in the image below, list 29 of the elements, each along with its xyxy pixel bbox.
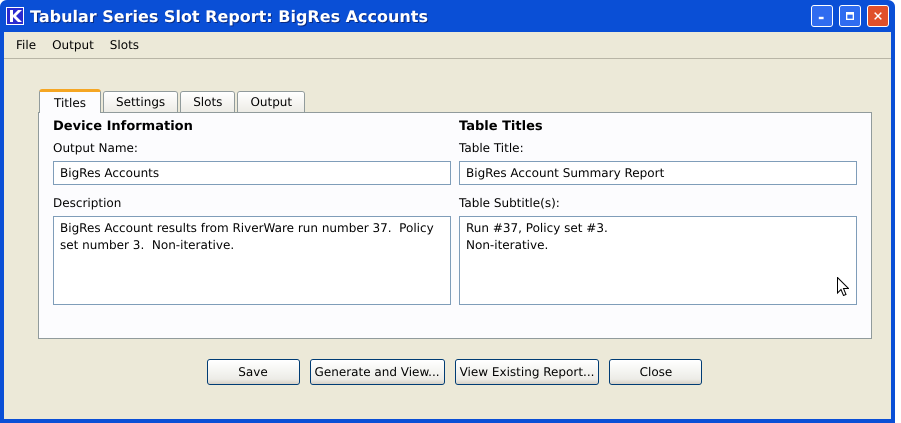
close-window-button[interactable] — [867, 5, 889, 27]
field-label: Output Name: — [53, 141, 139, 155]
menu-item[interactable]: File — [8, 36, 44, 54]
maximize-button[interactable] — [839, 5, 861, 27]
field-label: Table Title: — [459, 141, 525, 155]
minimize-button[interactable] — [811, 5, 833, 27]
dialog-button[interactable]: Close — [609, 359, 702, 385]
field-label: Description — [53, 196, 122, 210]
tab[interactable]: Output — [237, 91, 306, 112]
section-heading: Table Titles — [459, 119, 544, 134]
app-logo-icon — [6, 7, 24, 25]
window-title: Tabular Series Slot Report: BigRes Accounts — [30, 6, 429, 26]
text-field[interactable]: BigRes Account Summary Report — [459, 161, 857, 185]
dialog-button[interactable]: Generate and View... — [310, 359, 445, 385]
maximize-icon — [846, 10, 854, 22]
text-area[interactable]: Run #37, Policy set #3. Non-iterative. — [459, 216, 857, 305]
tab[interactable]: Slots — [180, 91, 236, 112]
close-icon — [874, 10, 882, 22]
dialog-button[interactable]: View Existing Report... — [454, 359, 600, 385]
text-field[interactable]: BigRes Accounts — [53, 161, 451, 185]
mouse-pointer-icon — [837, 277, 849, 296]
tab[interactable]: Settings — [102, 91, 178, 112]
field-label: Table Subtitle(s): — [459, 196, 561, 210]
menu-item[interactable]: Slots — [102, 36, 148, 54]
tab[interactable]: Titles — [39, 89, 101, 113]
menu-item[interactable]: Output — [44, 36, 102, 54]
text-area[interactable]: BigRes Account results from RiverWare run number 37. Policy set number 3. Non-iterative. — [53, 216, 451, 305]
dialog-button[interactable]: Save — [206, 359, 300, 385]
section-heading: Device Information — [53, 119, 194, 134]
